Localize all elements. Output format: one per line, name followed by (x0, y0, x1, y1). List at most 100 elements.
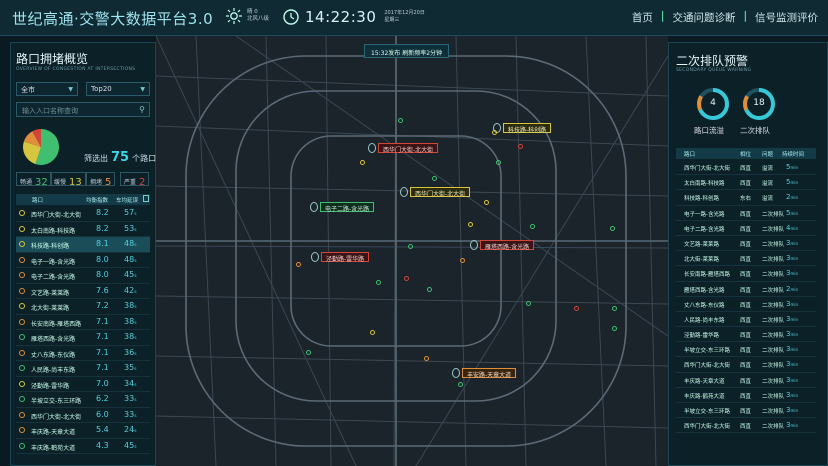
row-intersection: 长安南路-雁塔西路 (684, 272, 730, 279)
table-row[interactable]: 电子一路-含光路 西直 二次排队 5min (676, 206, 816, 221)
intersection-marker[interactable] (460, 258, 465, 263)
map-label[interactable]: 泾勤路-雷华路 (321, 252, 370, 263)
intersection-marker[interactable] (370, 330, 375, 335)
row-phase: 西直 (740, 302, 752, 309)
table-row[interactable]: 文艺路-莱莱路 7.6 42s (16, 284, 150, 299)
map-label[interactable]: 科技路-科创路 (503, 123, 552, 134)
row-index: 7.6 (96, 285, 109, 295)
map-pin-icon[interactable] (310, 202, 318, 212)
district-select[interactable]: 全市 ▼ (16, 82, 78, 96)
table-row[interactable]: 文艺路-莱莱路 西直 二次排队 3min (676, 236, 816, 252)
chip-label: 拥堵 (90, 179, 103, 186)
table-row[interactable]: 人民路-尚丰东路 西直 二次排队 3min (676, 312, 816, 328)
table-row[interactable]: 西华门大街-北大街 西直 溢流 5min (676, 160, 816, 176)
table-row[interactable]: 泾勤路-雷华路 西直 二次排队 3min (676, 327, 816, 343)
table-row[interactable]: 科技路-科创路 8.1 48s (16, 237, 150, 253)
row-delay: 48s (124, 239, 137, 248)
table-row[interactable]: 西华门大街-北大街 西直 二次排队 3min (676, 357, 816, 373)
table-row[interactable]: 电子一路-含光路 8.0 48s (16, 253, 150, 268)
table-row[interactable]: 北大街-莱莱路 7.2 38s (16, 299, 150, 315)
table-row[interactable]: 科技路-科创路 东右 溢流 2min (676, 190, 816, 206)
map-label[interactable]: 西华门大街-北大街 (410, 187, 471, 198)
intersection-marker[interactable] (468, 222, 473, 227)
intersection-marker[interactable] (376, 280, 381, 285)
status-chip[interactable]: 畅通 32 (16, 172, 52, 188)
map-pin-icon[interactable] (368, 143, 376, 153)
intersection-marker[interactable] (492, 130, 497, 135)
intersection-marker[interactable] (424, 356, 429, 361)
map-pin-icon[interactable] (470, 240, 478, 250)
intersection-marker[interactable] (432, 176, 437, 181)
table-row[interactable]: 太白南路-科技路 8.2 53s (16, 222, 150, 237)
status-chip[interactable]: 严重 2 (120, 172, 150, 188)
col-issue: 问题 (762, 152, 774, 158)
intersection-marker[interactable] (427, 287, 432, 292)
table-row[interactable]: 丈八东路-东仪路 7.1 36s (16, 346, 150, 361)
intersection-marker[interactable] (610, 226, 615, 231)
intersection-marker[interactable] (408, 244, 413, 249)
map-pin-icon[interactable] (311, 252, 319, 262)
table-row[interactable]: 太白南路-科技路 西直 溢流 5min (676, 175, 816, 191)
table-row[interactable]: 丰庆路-天章大道 5.4 24s (16, 423, 150, 439)
intersection-marker[interactable] (530, 224, 535, 229)
intersection-marker[interactable] (306, 350, 311, 355)
intersection-marker[interactable] (612, 326, 617, 331)
export-icon[interactable] (143, 195, 149, 202)
intersection-marker[interactable] (574, 306, 579, 311)
traffic-map[interactable] (155, 35, 669, 466)
table-row[interactable]: 半坡立交-东三环路 西直 二次排队 3min (676, 403, 816, 419)
status-dot-icon (19, 272, 25, 278)
table-row[interactable]: 西华门大街-北大街 6.0 33s (16, 408, 150, 423)
table-row[interactable]: 半坡立交-东三环路 西直 二次排队 3min (676, 342, 816, 358)
map-label[interactable]: 电子二路-含光路 (320, 202, 375, 213)
table-row[interactable]: 雁塔西路-含光路 西直 二次排队 2min (676, 282, 816, 297)
map-pin-icon[interactable] (400, 187, 408, 197)
row-delay-unit: s (134, 382, 137, 388)
intersection-marker[interactable] (484, 200, 489, 205)
intersection-marker[interactable] (496, 160, 501, 165)
intersection-marker[interactable] (360, 160, 365, 165)
row-duration: 5min (786, 163, 798, 171)
intersection-marker[interactable] (404, 276, 409, 281)
table-row[interactable]: 电子二路-含光路 西直 二次排队 4min (676, 221, 816, 236)
filter-count: 75 (111, 150, 130, 165)
map-label[interactable]: 西华门大街-北大街 (378, 143, 439, 154)
table-row[interactable]: 雁塔西路-含光路 7.1 38s (16, 330, 150, 346)
row-delay-value: 38 (124, 332, 135, 341)
table-row[interactable]: 丰庆路-天章大道 西直 二次排队 3min (676, 373, 816, 388)
nav-home[interactable]: 首页 (632, 10, 653, 25)
table-row[interactable]: 电子二路-含光路 8.0 45s (16, 268, 150, 284)
intersection-marker[interactable] (296, 262, 301, 267)
row-intersection: 文艺路-莱莱路 (31, 289, 70, 297)
table-row[interactable]: 西华门大街-北大街 西直 二次排队 3min (676, 418, 816, 434)
nav-signal[interactable]: 信号监测评价 (755, 10, 818, 25)
table-row[interactable]: 半坡立交-东三环路 6.2 33s (16, 392, 150, 408)
row-delay: 33s (124, 410, 137, 419)
weather: 晴 0 北风八级 (226, 8, 269, 24)
table-row[interactable]: 丰庆路-鹤苑大道 4.3 45s (16, 439, 150, 454)
map-pin-icon[interactable] (452, 368, 460, 378)
nav-diagnosis[interactable]: 交通问题诊断 (672, 10, 735, 25)
table-row[interactable]: 西华门大街-北大街 8.2 57s (16, 206, 150, 222)
map-label[interactable]: 雁塔西路-含光路 (480, 240, 535, 251)
table-row[interactable]: 泾勤路-雷华路 7.0 34s (16, 377, 150, 392)
intersection-marker[interactable] (458, 382, 463, 387)
status-chip[interactable]: 缓慢 13 (50, 172, 86, 188)
table-row[interactable]: 长安南路-雁塔西路 西直 二次排队 3min (676, 266, 816, 282)
table-row[interactable]: 丰庆路-鹤苑大道 西直 二次排队 3min (676, 388, 816, 403)
map-label[interactable]: 丰安路-天章大道 (462, 368, 517, 379)
intersection-marker[interactable] (518, 144, 523, 149)
top-select[interactable]: Top20 ▼ (86, 82, 150, 96)
intersection-marker[interactable] (526, 301, 531, 306)
row-intersection: 西华门大街-北大街 (31, 212, 82, 219)
table-row[interactable]: 人民路-尚丰东路 7.1 35s (16, 361, 150, 377)
col-intersection: 路口 (684, 152, 696, 158)
table-row[interactable]: 长安南路-雁塔西路 7.1 38s (16, 315, 150, 330)
status-chip[interactable]: 拥堵 5 (86, 172, 116, 188)
table-row[interactable]: 北大街-莱莱路 西直 二次排队 3min (676, 251, 816, 267)
intersection-marker[interactable] (398, 118, 403, 123)
intersection-marker[interactable] (612, 306, 617, 311)
table-row[interactable]: 丈八东路-东仪路 西直 二次排队 3min (676, 297, 816, 312)
row-issue: 二次排队 (762, 302, 785, 309)
search-input[interactable]: 输入入口名称查询 ⚲ (16, 102, 150, 117)
